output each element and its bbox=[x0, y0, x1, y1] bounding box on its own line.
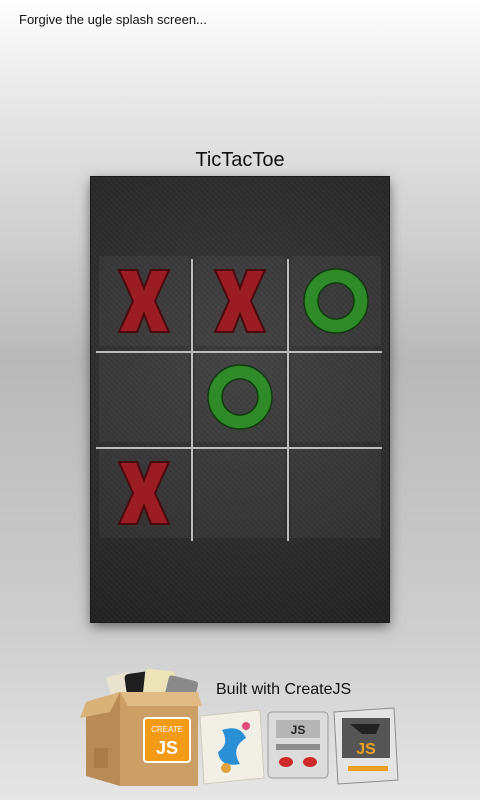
board-cell-r2-c1[interactable] bbox=[99, 352, 189, 442]
o-mark-icon bbox=[303, 268, 369, 334]
x-mark-icon bbox=[117, 461, 171, 525]
createjs-logos: CREATE JS JS JS bbox=[80, 668, 399, 786]
board-cell-r3-c1[interactable] bbox=[99, 448, 189, 538]
tweenjs-icon: JS bbox=[267, 711, 329, 779]
board-cell-r3-c3[interactable] bbox=[291, 448, 381, 538]
grid-line-horizontal-2 bbox=[96, 447, 382, 449]
board-cell-r1-c3[interactable] bbox=[291, 256, 381, 346]
board-cell-r2-c3[interactable] bbox=[291, 352, 381, 442]
createjs-box-icon: CREATE JS bbox=[80, 668, 202, 786]
board-cell-r1-c1[interactable] bbox=[99, 256, 189, 346]
board-cell-r3-c2[interactable] bbox=[195, 448, 285, 538]
preloadjs-icon: JS bbox=[333, 707, 399, 785]
o-mark-icon bbox=[207, 364, 273, 430]
grid-line-vertical-1 bbox=[191, 259, 193, 541]
grid-line-horizontal-1 bbox=[96, 351, 382, 353]
grid-line-vertical-2 bbox=[287, 259, 289, 541]
tictactoe-grid bbox=[96, 256, 382, 541]
svg-text:JS: JS bbox=[291, 723, 306, 737]
game-board-card bbox=[91, 177, 389, 622]
easeljs-icon bbox=[199, 709, 265, 785]
x-mark-icon bbox=[213, 269, 267, 333]
x-mark-icon bbox=[117, 269, 171, 333]
game-title: TicTacToe bbox=[195, 149, 285, 171]
svg-text:JS: JS bbox=[356, 741, 376, 758]
splash-note: Forgive the ugle splash screen... bbox=[19, 12, 207, 27]
board-cell-r2-c2[interactable] bbox=[195, 352, 285, 442]
board-cell-r1-c2[interactable] bbox=[195, 256, 285, 346]
svg-text:CREATE: CREATE bbox=[151, 725, 183, 734]
svg-text:JS: JS bbox=[156, 738, 178, 758]
